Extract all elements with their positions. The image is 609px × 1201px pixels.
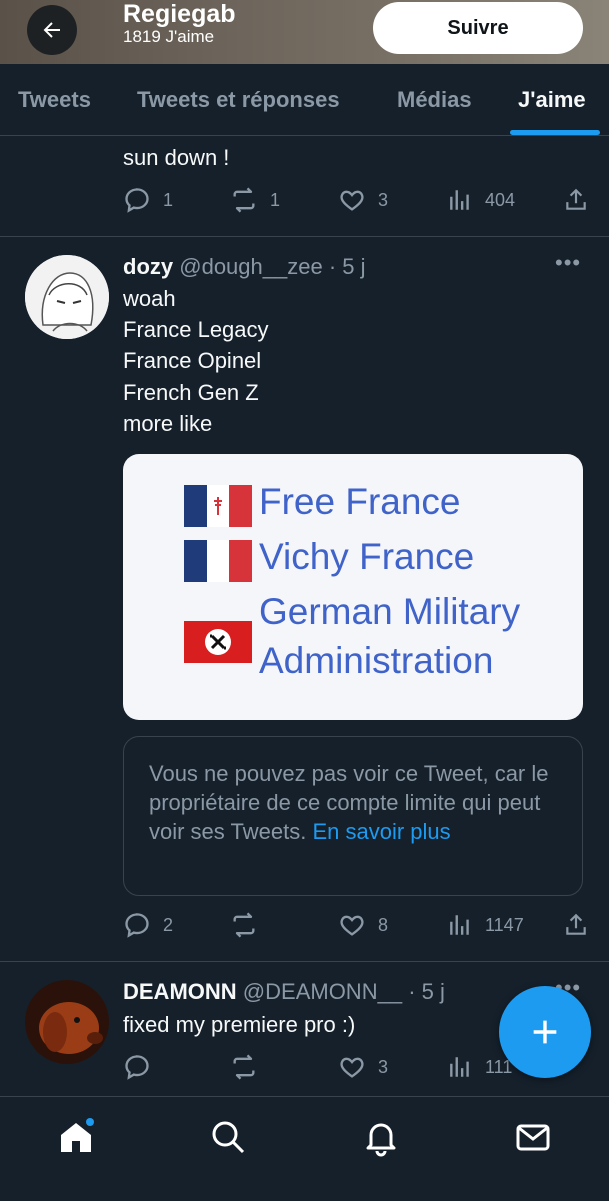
reply-button[interactable] [123,1053,151,1081]
like-icon [340,1057,364,1078]
reply-icon [125,188,149,213]
reply-count: 2 [163,914,174,935]
nazi-flag-icon [184,621,252,663]
author-handle[interactable]: @dough__zee [179,254,322,279]
views-icon [450,1057,469,1077]
profile-name: Regiegab [123,0,236,28]
tweet-line: French Gen Z [123,380,259,405]
like-count: 3 [378,189,389,210]
share-icon [566,188,586,210]
tweet-time: · 5 j [408,979,445,1004]
tweet-author: DEAMONN @DEAMONN__ · 5 j [123,979,445,1005]
tab-tweets[interactable]: Tweets [18,87,91,113]
tweet-text: sun down ! [123,145,230,170]
views-button[interactable]: 1147 [447,911,524,939]
views-count: 1147 [485,914,524,935]
share-button[interactable] [563,186,589,214]
tweet-image[interactable]: Free France Vichy France German Military… [123,454,583,720]
unavailable-message: Vous ne pouvez pas voir ce Tweet, car le… [149,759,569,846]
mail-icon[interactable] [513,1117,553,1157]
active-tab-indicator [510,130,600,135]
views-count: 404 [485,189,516,210]
bell-icon[interactable] [361,1117,401,1157]
tweet-line: France Legacy [123,317,269,342]
tweet-time: · 5 j [328,254,366,279]
compose-plus-icon [533,1020,557,1044]
tweet-text: fixed my premiere pro :) [123,1012,356,1037]
back-arrow-icon [43,22,60,38]
media-label: Free France [259,481,461,522]
back-button[interactable] [27,5,77,55]
like-button[interactable]: 8 [338,911,388,939]
like-button[interactable]: 3 [338,186,388,214]
bottom-navigation [0,1096,609,1201]
search-icon[interactable] [208,1117,248,1157]
like-count: 8 [378,914,389,935]
tweet-author: dozy @dough__zee · 5 j [123,254,366,280]
retweet-button[interactable]: 1 [230,186,280,214]
media-label: Vichy France [259,536,475,577]
retweet-button[interactable] [230,911,258,939]
avatar[interactable] [25,255,109,339]
views-button[interactable]: 404 [447,186,515,214]
reply-icon [125,1055,149,1080]
tweet-line: more like [123,411,213,436]
like-icon [340,915,364,936]
follow-button[interactable]: Suivre [373,2,583,54]
views-icon [450,190,469,210]
tab-media[interactable]: Médias [397,87,472,113]
author-handle[interactable]: @DEAMONN__ [243,979,402,1004]
author-name[interactable]: DEAMONN [123,979,237,1004]
profile-tabs: Tweets Tweets et réponses Médias J'aime [0,64,609,136]
home-icon[interactable] [56,1117,96,1157]
retweet-icon [233,912,255,938]
retweet-button[interactable] [230,1053,258,1081]
profile-header: Regiegab 1819 J'aime Suivre [0,0,609,64]
retweet-icon [233,187,255,213]
media-label: German Military [259,591,521,632]
unavailable-quote-tweet: Vous ne pouvez pas voir ce Tweet, car le… [123,736,583,896]
compose-tweet-button[interactable] [499,986,591,1078]
reply-button[interactable]: 2 [123,911,173,939]
like-button[interactable]: 3 [338,1053,388,1081]
more-icon[interactable]: ••• [555,250,581,276]
like-count: 3 [378,1056,389,1077]
tweet-line: France Opinel [123,348,262,373]
free-france-flag-icon [184,485,252,527]
views-button[interactable]: 111 [447,1053,512,1081]
retweet-icon [233,1054,255,1080]
reply-count: 1 [163,189,174,210]
reply-icon [125,913,149,938]
vichy-france-flag-icon [184,540,252,582]
share-icon [566,913,586,935]
views-icon [450,915,469,935]
tweet-divider [0,236,609,237]
tab-likes[interactable]: J'aime [518,87,586,113]
retweet-count: 1 [270,189,281,210]
like-icon [340,190,364,211]
share-button[interactable] [563,911,589,939]
reply-button[interactable]: 1 [123,186,173,214]
tweet-divider [0,961,609,962]
media-label: Administration [259,640,494,681]
learn-more-link[interactable]: En savoir plus [312,819,450,844]
tweet-line: woah [123,286,176,311]
avatar[interactable] [25,980,109,1064]
profile-likes-count: 1819 J'aime [123,27,215,46]
tab-tweets-replies[interactable]: Tweets et réponses [137,87,340,113]
author-name[interactable]: dozy [123,254,173,279]
